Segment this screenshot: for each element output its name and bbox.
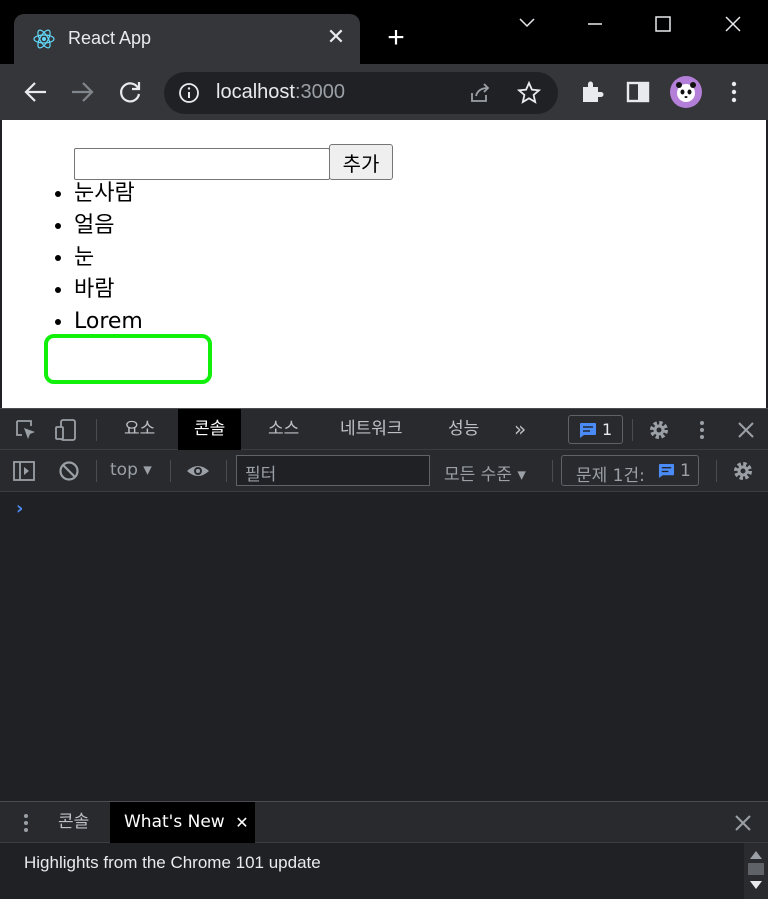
forward-icon[interactable] [68,78,96,106]
divider [632,419,633,441]
drawer-tab-bar: 콘솔 What's New ✕ [0,801,768,843]
console-output[interactable]: › [0,492,768,801]
extensions-icon[interactable] [578,78,606,106]
url-port: :3000 [294,81,345,103]
devtools-menu-icon[interactable] [690,418,714,442]
drawer-tab-whats-new-label: What's New [124,812,225,832]
clear-console-icon[interactable] [57,459,81,483]
highlight-outline [44,334,212,384]
back-icon[interactable] [22,78,50,106]
tab-network[interactable]: 네트워크 [340,409,403,450]
device-toolbar-icon[interactable] [54,418,78,442]
scrollbar-thumb[interactable] [748,863,764,875]
side-panel-icon[interactable] [624,78,652,106]
browser-menu-icon[interactable] [720,78,748,106]
drawer-tab-console[interactable]: 콘솔 [58,802,89,843]
close-drawer-icon[interactable] [731,811,755,835]
maximize-icon[interactable] [648,10,678,38]
tab-sources[interactable]: 소스 [268,409,299,450]
drawer-menu-icon[interactable] [14,811,38,835]
drawer-tab-whats-new[interactable]: What's New ✕ [110,802,255,843]
settings-gear-icon[interactable] [647,418,671,442]
list-item: 눈 [74,242,143,274]
item-list: 눈사람 얼음 눈 바람 Lorem [2,178,143,338]
divider [96,460,97,482]
new-tab-icon[interactable]: + [382,23,410,53]
add-button[interactable]: 추가 [329,144,393,180]
issues-count: 1 [680,461,691,481]
log-levels-dropdown[interactable]: 모든 수준 ▾ [444,460,526,485]
browser-toolbar: localhost:3000 [0,64,768,120]
react-logo-icon [33,29,55,49]
message-icon [658,463,675,479]
divider [552,460,553,482]
console-filter-input[interactable]: 필터 [236,455,430,486]
divider [96,419,97,441]
tab-search-icon[interactable] [512,10,542,38]
scrollbar[interactable] [744,843,768,899]
address-bar[interactable]: localhost:3000 [164,72,558,114]
page-viewport: 추가 눈사람 얼음 눈 바람 Lorem [2,120,766,408]
list-item: 눈사람 [74,178,143,210]
url-host: localhost [216,81,295,103]
minimize-icon[interactable] [580,10,610,38]
log-levels-label: 모든 수준 [444,465,512,485]
tab-performance[interactable]: 성능 [448,409,479,450]
issues-badge-count: 1 [602,420,613,439]
reload-icon[interactable] [116,78,144,106]
console-prompt-icon[interactable]: › [16,498,23,519]
list-item: 바람 [74,274,143,306]
scroll-down-icon[interactable] [750,881,762,889]
devtools-tab-bar: 요소 콘솔 소스 네트워크 성능 » 1 [0,408,768,450]
profile-avatar[interactable] [670,76,702,108]
context-selector[interactable]: top ▾ [110,460,152,480]
close-devtools-icon[interactable] [734,418,758,442]
issues-counter[interactable]: 문제 1건: 1 [561,455,699,486]
context-label: top [110,460,138,480]
browser-tab[interactable]: React App ✕ [14,14,360,65]
site-info-icon[interactable] [178,82,200,104]
inspect-element-icon[interactable] [14,418,38,442]
divider [716,460,717,482]
highlights-text: Highlights from the Chrome 101 update [24,853,321,872]
console-toolbar: top ▾ 필터 모든 수준 ▾ 문제 1건: 1 [0,450,768,492]
window-close-icon[interactable] [718,10,748,38]
tab-title: React App [68,28,152,48]
console-settings-gear-icon[interactable] [731,459,755,483]
issues-badge[interactable]: 1 [568,415,623,444]
tab-strip: React App ✕ + [0,0,768,65]
url-text: localhost:3000 [216,81,345,104]
issues-label: 문제 1건: [576,466,645,486]
more-tabs-icon[interactable]: » [514,409,526,450]
list-item: 얼음 [74,210,143,242]
message-icon [580,423,596,438]
share-icon[interactable] [468,81,492,105]
live-expression-eye-icon[interactable] [186,459,210,483]
todo-input[interactable] [74,148,330,180]
bookmark-star-icon[interactable] [517,81,541,105]
close-drawer-tab-icon[interactable]: ✕ [235,802,248,843]
divider [226,460,227,482]
whats-new-panel: Highlights from the Chrome 101 update [0,843,768,899]
tab-console[interactable]: 콘솔 [178,409,242,450]
tab-elements[interactable]: 요소 [124,409,155,450]
scroll-up-icon[interactable] [750,851,762,859]
divider [170,460,171,482]
panda-icon [676,82,696,102]
close-tab-icon[interactable]: ✕ [324,26,348,50]
show-sidebar-icon[interactable] [12,459,36,483]
